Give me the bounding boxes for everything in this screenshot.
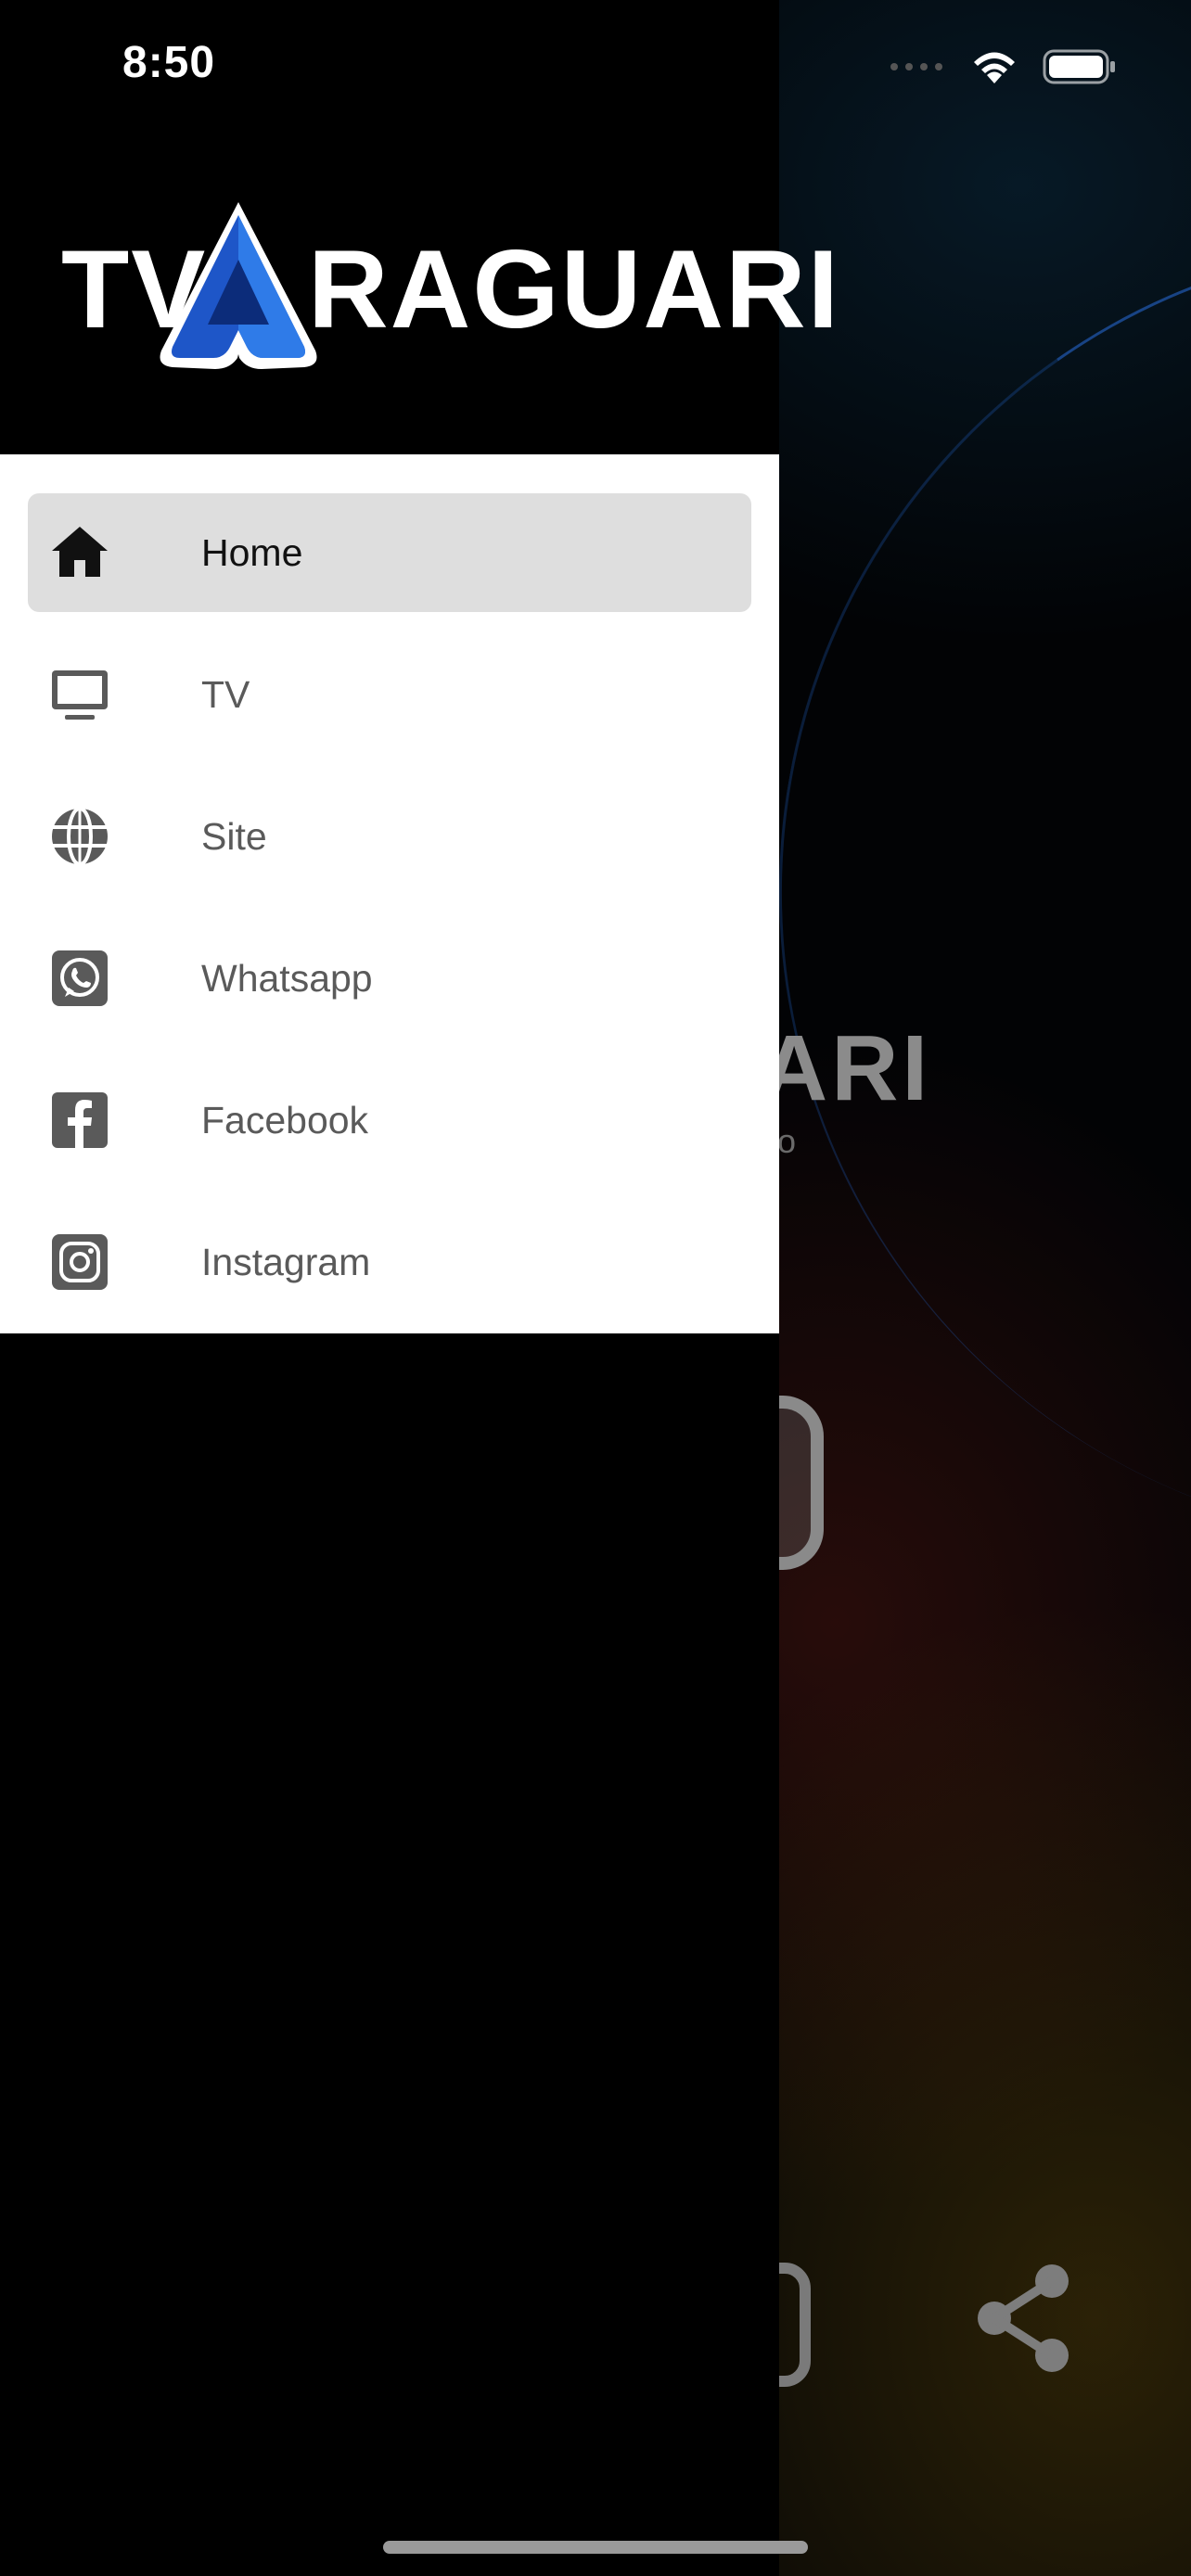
battery-icon bbox=[1043, 49, 1115, 84]
menu-item-tv[interactable]: TV bbox=[28, 635, 751, 754]
menu-item-label: Whatsapp bbox=[201, 957, 373, 1000]
home-indicator[interactable] bbox=[383, 2541, 808, 2554]
menu-item-instagram[interactable]: Instagram bbox=[28, 1203, 751, 1321]
wifi-icon bbox=[974, 52, 1015, 83]
share-icon bbox=[978, 2264, 1069, 2372]
tv-araguari-logo: TV RAGUARI bbox=[61, 195, 839, 389]
cellular-signal-icon bbox=[890, 63, 942, 70]
menu-item-whatsapp[interactable]: Whatsapp bbox=[28, 919, 751, 1038]
whatsapp-icon bbox=[52, 950, 108, 1006]
tv-icon bbox=[52, 670, 108, 720]
logo-suffix-text: RAGUARI bbox=[308, 227, 840, 351]
logo-a-mark-icon bbox=[160, 202, 317, 369]
status-bar-time: 8:50 bbox=[122, 38, 216, 87]
background-logo-text: ARI bbox=[761, 1016, 932, 1120]
menu-item-site[interactable]: Site bbox=[28, 777, 751, 896]
instagram-icon bbox=[52, 1234, 108, 1290]
drawer-header: TV RAGUARI bbox=[0, 0, 839, 454]
drawer-menu: Home TV Site Whatsapp Facebook Instagram bbox=[0, 454, 779, 1333]
facebook-icon bbox=[52, 1092, 108, 1148]
home-icon bbox=[52, 527, 108, 577]
menu-item-label: Facebook bbox=[201, 1099, 369, 1141]
menu-item-label: TV bbox=[201, 673, 250, 716]
status-bar-indicators bbox=[889, 45, 1117, 89]
navigation-drawer: TV RAGUARI Home TV Site Whatsapp Faceboo… bbox=[0, 0, 839, 2576]
globe-icon bbox=[52, 807, 108, 866]
menu-item-label: Site bbox=[201, 815, 267, 858]
menu-item-label: Home bbox=[201, 531, 303, 574]
screen: ARI lo TV RAGUARI Home TV Site Whatsapp … bbox=[0, 0, 1191, 2576]
menu-item-label: Instagram bbox=[201, 1241, 371, 1283]
menu-item-home[interactable]: Home bbox=[28, 493, 751, 612]
menu-item-facebook[interactable]: Facebook bbox=[28, 1061, 751, 1180]
